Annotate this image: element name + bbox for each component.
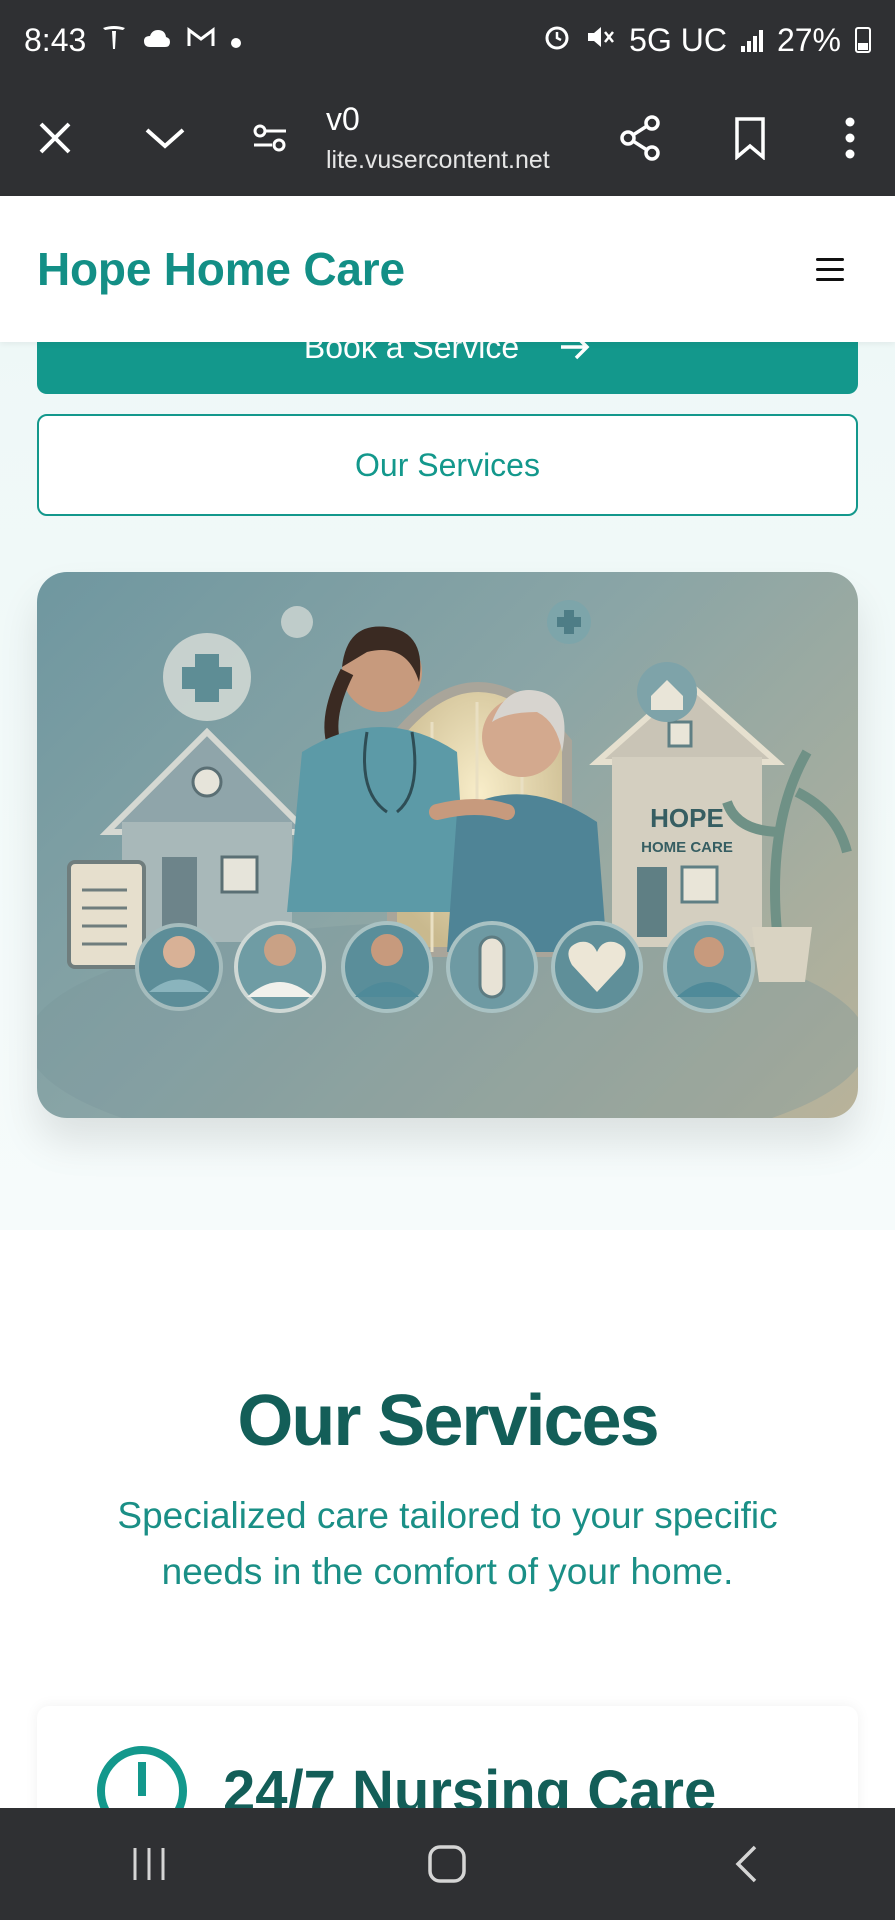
site-header: Hope Home Care <box>0 196 895 342</box>
browser-toolbar: v0 lite.vusercontent.net <box>0 80 895 196</box>
more-vert-icon <box>845 117 855 159</box>
close-icon <box>39 122 71 154</box>
url-area[interactable]: v0 lite.vusercontent.net <box>320 101 585 175</box>
recents-icon <box>133 1848 165 1880</box>
house-sign-line2: HOME CARE <box>641 839 733 856</box>
house-sign-line1: HOPE <box>650 803 724 833</box>
battery-percent: 27% <box>776 21 841 58</box>
minimize-button[interactable] <box>110 80 220 196</box>
services-heading: Our Services <box>237 1381 659 1461</box>
network-label: 5G UC <box>629 21 727 58</box>
dot-icon <box>230 24 242 56</box>
home-icon <box>428 1845 467 1883</box>
battery-icon <box>855 27 871 53</box>
services-subtitle: Specialized care tailored to your specif… <box>117 1495 778 1592</box>
chevron-down-icon <box>145 128 185 149</box>
caregiver-illustration: HOPE HOME CARE <box>37 600 858 1118</box>
recent-apps-button[interactable] <box>89 1808 209 1920</box>
bookmark-button[interactable] <box>695 80 805 196</box>
share-button[interactable] <box>585 80 695 196</box>
hero-illustration: HOPE HOME CARE <box>37 572 858 1118</box>
alarm-icon <box>543 22 571 59</box>
page-domain: lite.vusercontent.net <box>326 146 550 174</box>
our-services-label: Our Services <box>355 446 540 483</box>
menu-icon <box>816 257 844 261</box>
back-icon <box>735 1845 757 1883</box>
tune-icon <box>253 124 286 152</box>
more-options-button[interactable] <box>805 80 895 196</box>
services-section: Our Services Specialized care tailored t… <box>0 1230 895 1906</box>
brand-logo-text[interactable]: Hope Home Care <box>37 242 405 296</box>
gmail-icon <box>186 24 216 56</box>
system-nav-bar <box>0 1808 895 1920</box>
hero-section: Book a Service Our Services HOPE HOME CA… <box>0 300 895 1230</box>
page-title: v0 <box>326 101 360 137</box>
menu-button[interactable] <box>802 241 858 297</box>
signal-icon <box>740 28 763 52</box>
back-button[interactable] <box>686 1808 806 1920</box>
cloud-icon <box>142 24 172 56</box>
bookmark-icon <box>735 117 765 160</box>
status-right: 5G UC 27% <box>543 22 871 59</box>
mute-icon <box>585 22 615 59</box>
share-icon <box>620 115 660 161</box>
tesla-icon <box>100 23 128 58</box>
status-bar: 8:43 5G UC 27% <box>0 0 895 80</box>
site-settings-button[interactable] <box>220 80 320 196</box>
home-button[interactable] <box>387 1808 507 1920</box>
status-left: 8:43 <box>24 22 242 59</box>
status-time: 8:43 <box>24 21 87 58</box>
our-services-button[interactable]: Our Services <box>37 414 858 516</box>
close-tab-button[interactable] <box>0 80 110 196</box>
